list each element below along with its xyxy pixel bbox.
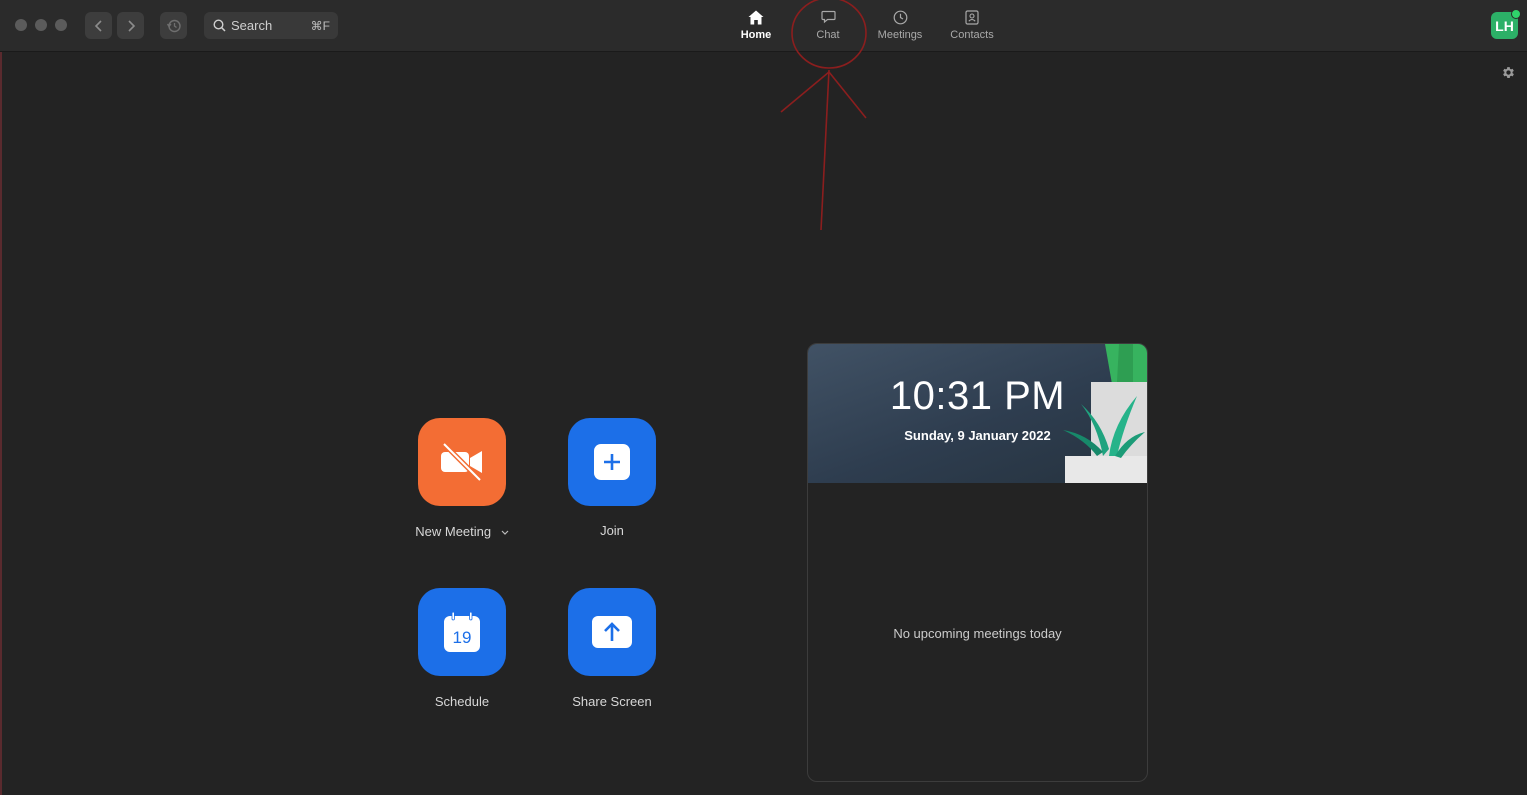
tab-contacts-label: Contacts [950, 29, 994, 41]
tab-meetings-label: Meetings [877, 29, 923, 41]
new-meeting-button[interactable] [418, 418, 506, 506]
current-date: Sunday, 9 January 2022 [904, 428, 1051, 443]
search-shortcut: ⌘F [310, 18, 330, 33]
tab-chat-label: Chat [816, 29, 840, 41]
chat-bubble-icon [820, 10, 836, 24]
no-meetings-message: No upcoming meetings today [893, 626, 1062, 641]
calendar-day-number: 19 [453, 628, 472, 647]
join-button[interactable] [568, 418, 656, 506]
search-placeholder: Search [231, 18, 273, 33]
chevron-down-icon [501, 530, 509, 535]
schedule-button[interactable]: 19 [418, 588, 506, 676]
chevron-left-icon [94, 19, 102, 32]
tab-meetings[interactable]: Meetings [870, 8, 930, 46]
gear-icon [1503, 67, 1514, 78]
red-annotation-circle-arrow [780, 0, 867, 231]
join-label: Join [600, 523, 624, 538]
video-off-icon [441, 442, 482, 482]
close-window-button[interactable] [15, 19, 27, 31]
new-meeting-label: New Meeting [415, 524, 492, 539]
tab-contacts[interactable]: Contacts [942, 8, 1002, 46]
zoom-window-button[interactable] [55, 19, 67, 31]
share-screen-label: Share Screen [572, 694, 652, 709]
avatar-initials: LH [1495, 17, 1514, 34]
tab-home-label: Home [740, 29, 772, 41]
window-edge [0, 0, 2, 795]
online-status-dot [1511, 9, 1521, 19]
minimize-window-button[interactable] [35, 19, 47, 31]
settings-button[interactable] [1501, 65, 1516, 85]
new-meeting-label-group[interactable]: New Meeting [382, 524, 542, 539]
history-icon [166, 19, 181, 32]
chevron-right-icon [127, 19, 135, 32]
search-box[interactable]: Search ⌘F [204, 12, 338, 39]
calendar-icon: 19 [444, 611, 480, 652]
clock-header: 10:31 PM Sunday, 9 January 2022 [808, 344, 1147, 483]
home-icon [748, 10, 764, 24]
title-bar: Search ⌘F Home Chat Meetings Contacts LH [0, 0, 1527, 52]
share-screen-button[interactable] [568, 588, 656, 676]
schedule-label: Schedule [434, 694, 490, 709]
tab-chat[interactable]: Chat [798, 8, 858, 46]
contact-card-icon [965, 9, 979, 25]
forward-button[interactable] [117, 12, 144, 39]
plus-icon [594, 444, 630, 480]
history-button[interactable] [160, 12, 187, 39]
upcoming-meetings-card: 10:31 PM Sunday, 9 January 2022 No upcom… [807, 343, 1148, 782]
current-time: 10:31 PM [889, 374, 1066, 418]
share-up-arrow-icon [592, 616, 632, 648]
search-icon [213, 19, 226, 32]
clock-icon [893, 10, 907, 24]
tab-home[interactable]: Home [726, 8, 786, 46]
user-avatar[interactable]: LH [1491, 9, 1521, 39]
back-button[interactable] [85, 12, 112, 39]
